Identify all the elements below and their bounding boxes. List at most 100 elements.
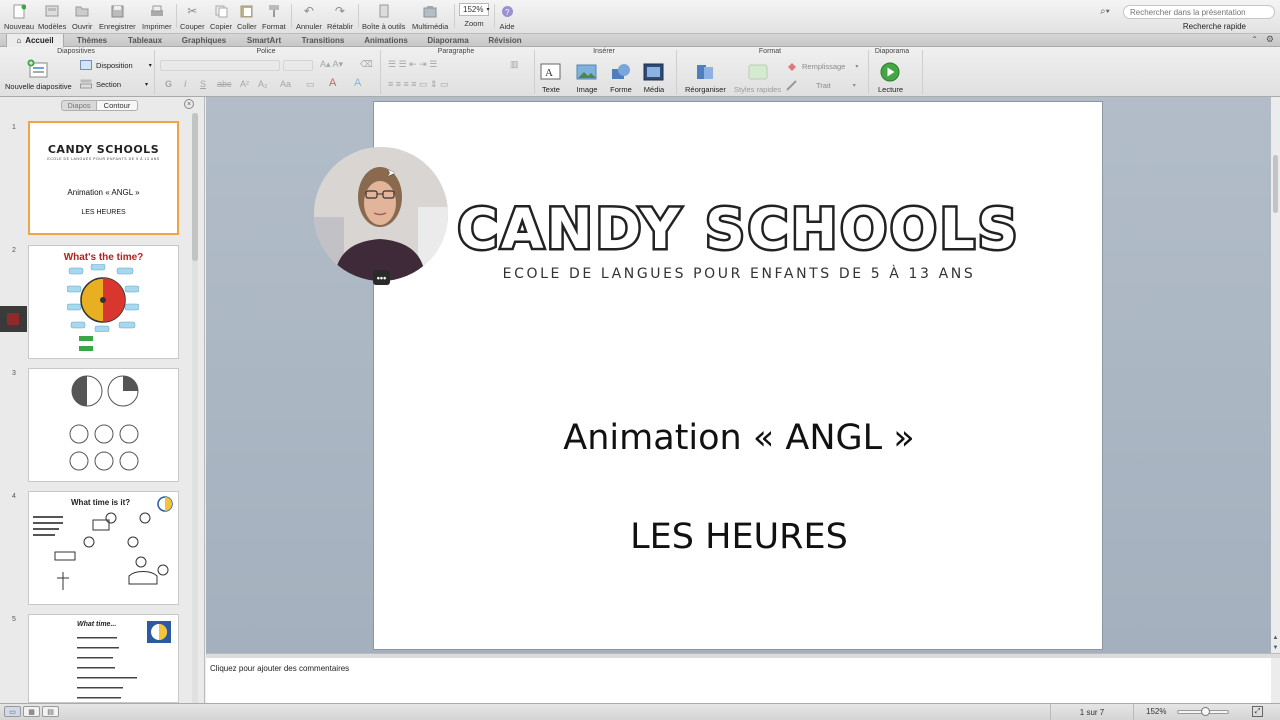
line-button[interactable]: Trait ▾ [786, 80, 856, 91]
change-case-icon[interactable]: Aa [280, 79, 291, 89]
arrange-button[interactable]: Réorganiser [685, 61, 726, 94]
templates-button[interactable]: Modèles [38, 3, 66, 31]
tab-smartart[interactable]: SmartArt [238, 34, 290, 47]
tab-diaporama[interactable]: Diaporama [420, 34, 476, 47]
insert-text-label: Texte [542, 85, 560, 94]
tab-graphiques[interactable]: Graphiques [174, 34, 234, 47]
clear-format-icon[interactable]: ⌫ [360, 59, 373, 70]
previous-slide-icon[interactable]: ▲ [1271, 635, 1280, 641]
media-browser-button[interactable]: Multimédia [412, 3, 448, 31]
status-bar: ▭ ▦ ▤ 1 sur 7 152% ⤢ [0, 703, 1280, 720]
quick-styles-button[interactable]: Styles rapides [734, 61, 781, 94]
slide-text-line-1[interactable]: Animation « ANGL » [374, 418, 1104, 458]
webcam-overlay[interactable] [314, 147, 448, 281]
search-input[interactable] [1123, 5, 1275, 19]
fill-button[interactable]: Remplissage ▾ [786, 61, 858, 72]
superscript-icon[interactable]: A² [240, 79, 249, 89]
zoom-control[interactable]: 152% ▾ Zoom [459, 3, 489, 28]
section-button[interactable]: Section ▾ [80, 79, 148, 89]
notes-pane[interactable]: Cliquez pour ajouter des commentaires [206, 658, 1271, 703]
slide-thumbnail-1[interactable]: CANDY SCHOOLS ECOLE DE LANGUES POUR ENFA… [28, 121, 179, 235]
tab-animations[interactable]: Animations [356, 34, 416, 47]
tab-tableaux[interactable]: Tableaux [120, 34, 170, 47]
insert-shape-button[interactable]: Forme [610, 61, 632, 94]
columns-icon[interactable]: ▥ [510, 59, 519, 70]
zoom-slider[interactable] [1177, 707, 1229, 716]
svg-text:?: ? [505, 8, 510, 17]
slide-text-line-2[interactable]: LES HEURES [374, 517, 1104, 557]
highlight-icon[interactable]: ▭ [306, 79, 315, 90]
play-slideshow-button[interactable]: Lecture [878, 61, 903, 94]
insert-media-button[interactable]: Média [643, 61, 665, 94]
grow-font-icon[interactable]: A▴ A▾ [320, 59, 343, 70]
toolbar-separator [454, 4, 455, 28]
bullets-icon[interactable]: ☰ ☰ ⇤ ⇥ ☰ [388, 59, 437, 70]
tab-revision[interactable]: Révision [480, 34, 530, 47]
notes-placeholder[interactable]: Cliquez pour ajouter des commentaires [210, 664, 349, 673]
scroll-thumb[interactable] [192, 113, 198, 261]
toolbox-button[interactable]: Boîte à outils [362, 3, 405, 31]
slide-thumbnail-2[interactable]: What's the time? [28, 245, 179, 359]
insert-image-button[interactable]: Image [576, 61, 598, 94]
collapse-ribbon-icon[interactable]: ⌃ [1251, 35, 1258, 44]
font-size-field[interactable] [283, 60, 313, 71]
zoom-slider-knob[interactable] [1200, 707, 1210, 716]
copy-button[interactable]: Copier [210, 3, 232, 31]
paste-label: Coller [237, 22, 257, 31]
scroll-thumb[interactable] [1273, 155, 1278, 213]
redo-button[interactable]: ↷ Rétablir [327, 3, 353, 31]
fit-to-window-icon[interactable]: ⤢ [1252, 706, 1263, 717]
font-name-field[interactable] [160, 60, 280, 71]
undo-label: Annuler [296, 22, 322, 31]
tab-accueil[interactable]: ⌂ Accueil [6, 34, 64, 47]
format-painter-button[interactable]: Format [262, 3, 286, 31]
align-left-icon[interactable]: ≡ ≡ ≡ ≡ ▭ ⇕ ▭ [388, 79, 449, 90]
strikethrough-icon[interactable]: abc [217, 79, 232, 89]
slide-thumbnail-3[interactable] [28, 368, 179, 482]
italic-icon[interactable]: I [184, 79, 187, 89]
new-slide-button[interactable]: Nouvelle diapositive [5, 58, 72, 91]
print-button[interactable]: Imprimer [142, 3, 172, 31]
insert-text-button[interactable]: A Texte [540, 61, 562, 94]
new-label: Nouveau [4, 22, 35, 31]
save-button[interactable]: Enregistrer [99, 3, 136, 31]
underline-icon[interactable]: S [200, 79, 206, 89]
slide-thumbnail-5[interactable]: What time... [28, 614, 179, 703]
tab-themes[interactable]: Thèmes [68, 34, 116, 47]
new-button[interactable]: Nouveau [4, 3, 34, 31]
layout-button[interactable]: Disposition ▾ [80, 60, 152, 70]
zoom-field[interactable]: 152% ▾ [459, 3, 489, 16]
open-button[interactable]: Ouvrir [72, 3, 92, 31]
slide-subtitle[interactable]: ECOLE DE LANGUES POUR ENFANTS DE 5 À 13 … [374, 266, 1104, 282]
tab-diapos[interactable]: Diapos [61, 100, 97, 111]
paste-button[interactable]: Coller [237, 3, 257, 31]
layout-label: Disposition [96, 60, 133, 70]
help-button[interactable]: ? Aide [499, 3, 515, 31]
undo-button[interactable]: ↶ Annuler [296, 3, 322, 31]
presenter-view-icon[interactable]: ▤ [42, 706, 59, 717]
close-icon[interactable]: × [184, 99, 194, 109]
slides-pane-scrollbar[interactable] [192, 113, 198, 703]
slide-thumbnail-4[interactable]: What time is it? [28, 491, 179, 605]
bold-icon[interactable]: G [165, 79, 172, 89]
normal-view-icon[interactable]: ▭ [4, 706, 21, 717]
next-slide-icon[interactable]: ▼ [1271, 645, 1280, 651]
toolbar-separator [358, 4, 359, 28]
cut-button[interactable]: ✂ Couper [180, 3, 205, 31]
tab-contour[interactable]: Contour [97, 100, 138, 111]
current-slide[interactable]: CANDY SCHOOLS ECOLE DE LANGUES POUR ENFA… [373, 101, 1103, 650]
text-effects-icon[interactable]: A [354, 77, 361, 89]
ribbon-separator [380, 50, 381, 94]
thumb-subtitle: ECOLE DE LANGUES POUR ENFANTS DE 5 À 13 … [47, 157, 160, 161]
subscript-icon[interactable]: A₂ [258, 79, 268, 89]
more-options-icon[interactable]: ••• [373, 270, 390, 285]
slide-number: 3 [12, 370, 16, 377]
canvas-scrollbar[interactable] [1271, 97, 1280, 653]
new-slide-icon [27, 58, 49, 80]
recording-stop-icon[interactable] [0, 306, 27, 332]
slide-sorter-icon[interactable]: ▦ [23, 706, 40, 717]
gear-icon[interactable]: ⚙ [1266, 34, 1274, 45]
font-color-icon[interactable]: A [329, 77, 336, 89]
tab-transitions[interactable]: Transitions [294, 34, 352, 47]
slide-title[interactable]: CANDY SCHOOLS [374, 195, 1104, 264]
